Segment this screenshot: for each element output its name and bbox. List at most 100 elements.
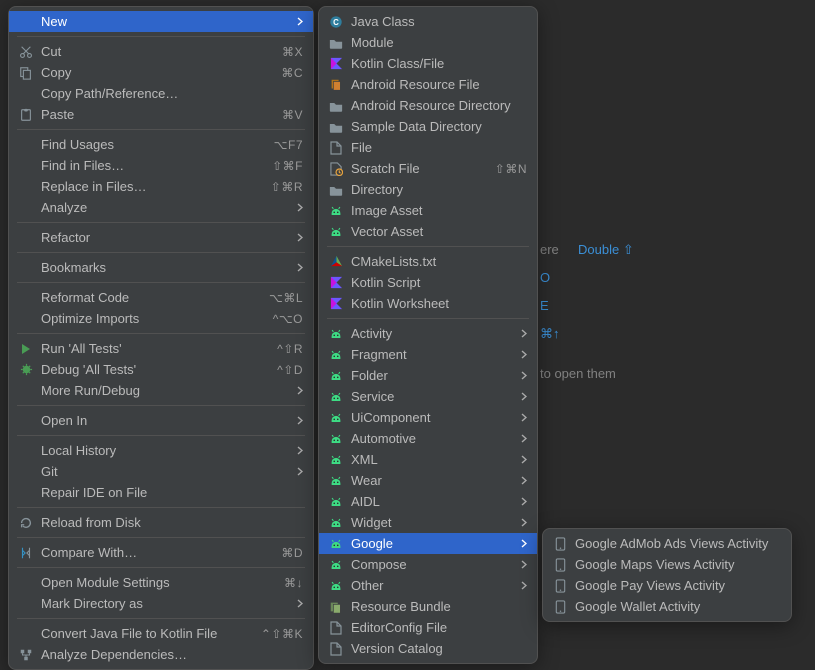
menu-item-label: Other (351, 578, 511, 593)
menu-item-version-catalog[interactable]: Version Catalog (319, 638, 537, 659)
menu-item-analyze[interactable]: Analyze (9, 197, 313, 218)
menu-item-vector-asset[interactable]: Vector Asset (319, 221, 537, 242)
menu-item-file[interactable]: File (319, 137, 537, 158)
menu-item-wallet[interactable]: Google Wallet Activity (543, 596, 791, 617)
menu-item-sample-data[interactable]: Sample Data Directory (319, 116, 537, 137)
menu-item-activity[interactable]: Activity (319, 323, 537, 344)
menu-item-local-history[interactable]: Local History (9, 440, 313, 461)
menu-item-label: Kotlin Script (351, 275, 527, 290)
separator (17, 507, 305, 508)
menu-item-pay[interactable]: Google Pay Views Activity (543, 575, 791, 596)
menu-item-label: AIDL (351, 494, 511, 509)
menu-item-reformat[interactable]: Reformat Code⌥⌘L (9, 287, 313, 308)
kotlin-icon (327, 57, 345, 70)
menu-item-label: Java Class (351, 14, 527, 29)
menu-item-editorconfig[interactable]: EditorConfig File (319, 617, 537, 638)
menu-item-convert-kotlin[interactable]: Convert Java File to Kotlin File⌃⇧⌘K (9, 623, 313, 644)
menu-item-wear[interactable]: Wear (319, 470, 537, 491)
menu-item-admob[interactable]: Google AdMob Ads Views Activity (543, 533, 791, 554)
menu-item-label: Sample Data Directory (351, 119, 527, 134)
menu-item-cut[interactable]: Cut⌘X (9, 41, 313, 62)
menu-item-android-res-file[interactable]: Android Resource File (319, 74, 537, 95)
menu-item-service[interactable]: Service (319, 386, 537, 407)
menu-item-optimize-imports[interactable]: Optimize Imports^⌥O (9, 308, 313, 329)
menu-item-more-run[interactable]: More Run/Debug (9, 380, 313, 401)
menu-item-google[interactable]: Google (319, 533, 537, 554)
menu-item-label: Google Pay Views Activity (575, 578, 781, 593)
menu-item-resource-bundle[interactable]: Resource Bundle (319, 596, 537, 617)
kotlin-icon (327, 297, 345, 310)
separator (17, 618, 305, 619)
menu-item-replace-in-files[interactable]: Replace in Files…⇧⌘R (9, 176, 313, 197)
menu-item-label: Android Resource Directory (351, 98, 527, 113)
menu-item-other[interactable]: Other (319, 575, 537, 596)
submenu-arrow-icon (297, 17, 303, 26)
reload-icon (17, 516, 35, 530)
menu-item-label: Android Resource File (351, 77, 527, 92)
menu-item-cmake[interactable]: CMakeLists.txt (319, 251, 537, 272)
separator (17, 36, 305, 37)
menu-item-module[interactable]: Module (319, 32, 537, 53)
menu-item-bookmarks[interactable]: Bookmarks (9, 257, 313, 278)
file-icon (327, 621, 345, 635)
menu-item-repair-ide[interactable]: Repair IDE on File (9, 482, 313, 503)
menu-item-label: Vector Asset (351, 224, 527, 239)
android-icon (327, 433, 345, 445)
compare-icon (17, 546, 35, 560)
menu-item-compose[interactable]: Compose (319, 554, 537, 575)
menu-item-copy[interactable]: Copy⌘C (9, 62, 313, 83)
copy-icon (17, 66, 35, 80)
menu-item-kotlin-class[interactable]: Kotlin Class/File (319, 53, 537, 74)
android-icon (327, 475, 345, 487)
menu-item-uicomponent[interactable]: UiComponent (319, 407, 537, 428)
kotlin-icon (327, 276, 345, 289)
menu-item-label: Bookmarks (41, 260, 287, 275)
menu-item-automotive[interactable]: Automotive (319, 428, 537, 449)
menu-item-aidl[interactable]: AIDL (319, 491, 537, 512)
menu-item-fragment[interactable]: Fragment (319, 344, 537, 365)
menu-item-debug[interactable]: Debug 'All Tests'^⇧D (9, 359, 313, 380)
android-icon (327, 226, 345, 238)
menu-item-widget[interactable]: Widget (319, 512, 537, 533)
menu-item-image-asset[interactable]: Image Asset (319, 200, 537, 221)
menu-item-directory[interactable]: Directory (319, 179, 537, 200)
menu-item-folder-sub[interactable]: Folder (319, 365, 537, 386)
menu-item-run[interactable]: Run 'All Tests'^⇧R (9, 338, 313, 359)
menu-item-mark-dir[interactable]: Mark Directory as (9, 593, 313, 614)
menu-item-label: Service (351, 389, 511, 404)
menu-item-refactor[interactable]: Refactor (9, 227, 313, 248)
menu-item-maps[interactable]: Google Maps Views Activity (543, 554, 791, 575)
shortcut: ⌘D (281, 546, 303, 560)
menu-item-compare[interactable]: Compare With… ⌘D (9, 542, 313, 563)
menu-item-kotlin-script[interactable]: Kotlin Script (319, 272, 537, 293)
menu-item-java-class[interactable]: C Java Class (319, 11, 537, 32)
separator (17, 435, 305, 436)
menu-item-android-res-dir[interactable]: Android Resource Directory (319, 95, 537, 116)
phone-icon (551, 537, 569, 551)
menu-item-find-in-files[interactable]: Find in Files…⇧⌘F (9, 155, 313, 176)
menu-item-kotlin-worksheet[interactable]: Kotlin Worksheet (319, 293, 537, 314)
android-icon (327, 580, 345, 592)
menu-item-open-in[interactable]: Open In (9, 410, 313, 431)
menu-item-scratch[interactable]: Scratch File⇧⌘N (319, 158, 537, 179)
menu-item-find-usages[interactable]: Find Usages⌥F7 (9, 134, 313, 155)
hint-cmd-up[interactable]: ⌘↑ (540, 320, 560, 348)
menu-item-reload[interactable]: Reload from Disk (9, 512, 313, 533)
shortcut: ⌘C (281, 66, 303, 80)
submenu-arrow-icon (521, 434, 527, 443)
menu-item-paste[interactable]: Paste⌘V (9, 104, 313, 125)
menu-item-new[interactable]: New (9, 11, 313, 32)
menu-item-xml[interactable]: XML (319, 449, 537, 470)
menu-item-label: Compare With… (41, 545, 271, 560)
search-everywhere-link[interactable]: Double ⇧ (578, 236, 634, 264)
menu-item-copy-path[interactable]: Copy Path/Reference… (9, 83, 313, 104)
menu-item-label: Copy Path/Reference… (41, 86, 303, 101)
shortcut: ⌘↓ (284, 576, 303, 590)
menu-item-label: Scratch File (351, 161, 485, 176)
context-menu: New Cut⌘XCopy⌘C Copy Path/Reference… Paste⌘… (8, 6, 314, 670)
menu-item-git[interactable]: Git (9, 461, 313, 482)
menu-item-label: Fragment (351, 347, 511, 362)
menu-item-open-module[interactable]: Open Module Settings⌘↓ (9, 572, 313, 593)
circle-c-icon: C (327, 15, 345, 29)
menu-item-label: Image Asset (351, 203, 527, 218)
